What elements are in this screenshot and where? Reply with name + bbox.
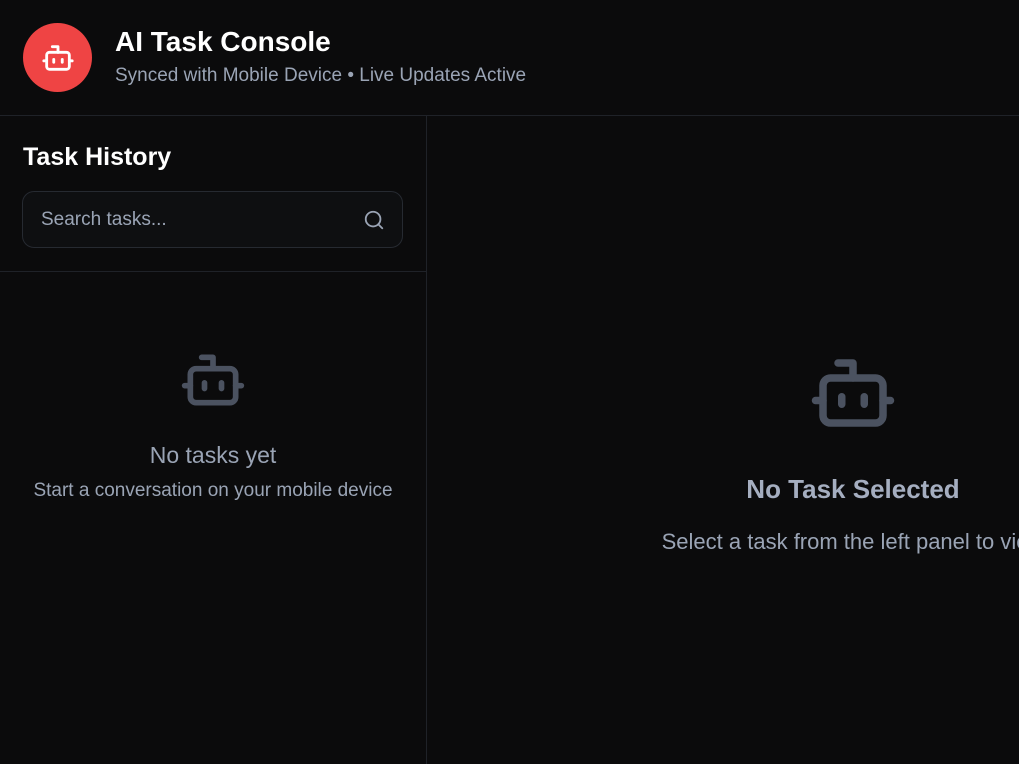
- no-task-subtitle: Select a task from the left panel to vie…: [661, 529, 1019, 554]
- empty-tasks-subtitle: Start a conversation on your mobile devi…: [33, 480, 393, 501]
- app-title: AI Task Console: [115, 26, 331, 57]
- app-logo: [23, 23, 92, 92]
- search-icon[interactable]: [363, 209, 385, 231]
- robot-icon: [811, 359, 895, 427]
- sync-status: Synced with Mobile Device • Live Updates…: [115, 65, 527, 86]
- no-task-title: No Task Selected: [746, 474, 960, 504]
- robot-icon: [181, 354, 245, 406]
- task-list-empty-state: No tasks yet Start a conversation on you…: [0, 346, 426, 505]
- task-history-sidebar: Task History No tasks yet Start a conver…: [0, 116, 427, 764]
- sidebar-title: Task History: [23, 143, 172, 171]
- search-box: [22, 191, 403, 248]
- no-task-selected-state: No Task Selected Select a task from the …: [427, 348, 1019, 555]
- empty-tasks-title: No tasks yet: [149, 442, 277, 468]
- search-input[interactable]: [23, 192, 353, 247]
- robot-icon: [41, 44, 74, 71]
- sidebar-header: Task History: [0, 116, 426, 272]
- task-detail-panel: No Task Selected Select a task from the …: [427, 116, 1019, 764]
- app-header: AI Task Console Synced with Mobile Devic…: [0, 0, 1019, 116]
